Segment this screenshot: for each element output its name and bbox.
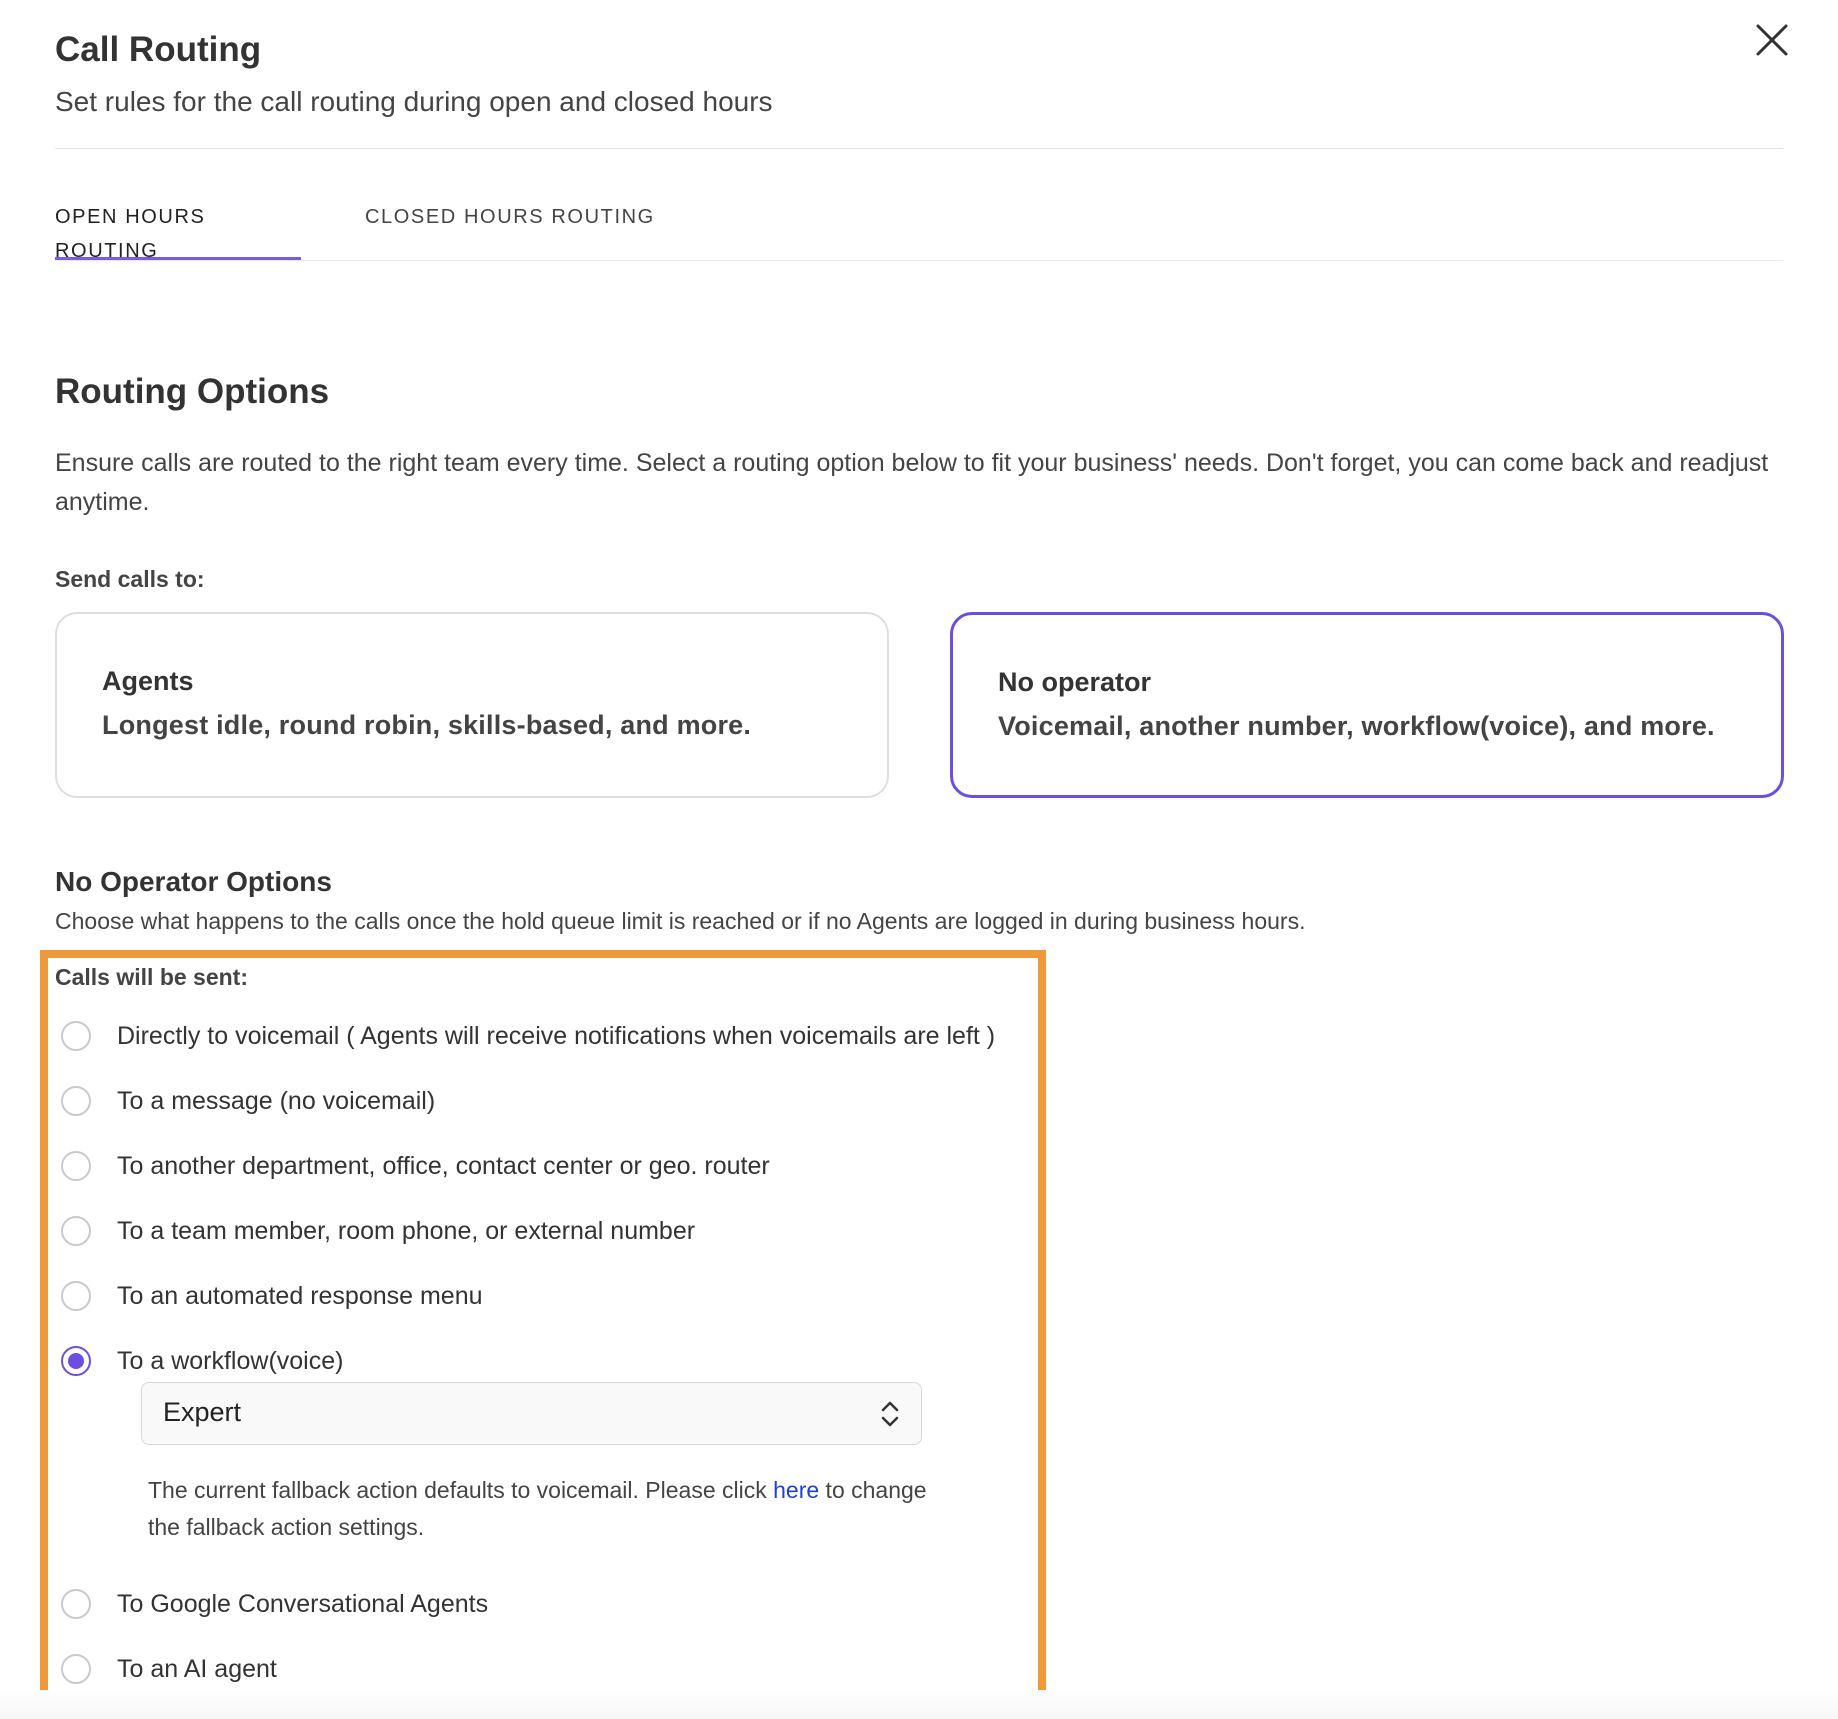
no-operator-card-subtitle: Voicemail, another number, workflow(voic… (998, 711, 1715, 741)
bottom-fade (0, 1690, 1838, 1719)
page-subtitle: Set rules for the call routing during op… (55, 86, 773, 117)
radio-button[interactable] (61, 1151, 91, 1181)
no-operator-card-title: No operator (998, 667, 1152, 697)
routing-options-title: Routing Options (55, 372, 330, 411)
radio-button[interactable] (61, 1654, 91, 1684)
radio-button[interactable] (61, 1021, 91, 1051)
routing-tabs: OPEN HOURS ROUTING CLOSED HOURS ROUTING (55, 200, 1783, 262)
agents-card[interactable]: Agents Longest idle, round robin, skills… (55, 612, 889, 798)
no-operator-options-description: Choose what happens to the calls once th… (55, 908, 1306, 934)
option-label: To an automated response menu (117, 1281, 483, 1310)
workflow-select[interactable]: Expert (141, 1382, 922, 1445)
close-icon (1756, 24, 1788, 56)
option-to-a-team-member[interactable]: To a team member, room phone, or externa… (61, 1211, 695, 1251)
option-to-an-ai-agent[interactable]: To an AI agent (61, 1649, 277, 1689)
send-calls-label: Send calls to: (55, 566, 205, 592)
tab-closed-hours-routing[interactable]: CLOSED HOURS ROUTING (365, 200, 655, 260)
option-label: To another department, office, contact c… (117, 1151, 770, 1180)
calls-will-be-sent-label: Calls will be sent: (55, 964, 248, 990)
option-label: To Google Conversational Agents (117, 1589, 489, 1618)
fallback-note: The current fallback action defaults to … (148, 1472, 948, 1546)
option-label: To a workflow(voice) (117, 1346, 344, 1375)
option-directly-to-voicemail[interactable]: Directly to voicemail ( Agents will rece… (61, 1016, 995, 1056)
fallback-text-before: The current fallback action defaults to … (148, 1477, 774, 1503)
radio-button[interactable] (61, 1589, 91, 1619)
radio-button[interactable] (61, 1086, 91, 1116)
no-operator-options-title: No Operator Options (55, 866, 332, 897)
workflow-select-value: Expert (163, 1397, 242, 1427)
option-to-google-conversational-agents[interactable]: To Google Conversational Agents (61, 1584, 488, 1624)
option-to-automated-response-menu[interactable]: To an automated response menu (61, 1276, 483, 1316)
page-title: Call Routing (55, 30, 262, 69)
tab-open-hours-routing[interactable]: OPEN HOURS ROUTING (55, 200, 301, 262)
routing-options-description: Ensure calls are routed to the right tea… (55, 449, 1769, 516)
option-label: Directly to voicemail ( Agents will rece… (117, 1021, 996, 1050)
agents-card-title: Agents (102, 666, 194, 696)
select-arrows-icon (881, 1401, 899, 1427)
option-label: To a message (no voicemail) (117, 1086, 436, 1115)
radio-button[interactable] (61, 1216, 91, 1246)
header-divider (55, 148, 1783, 149)
option-to-another-department[interactable]: To another department, office, contact c… (61, 1146, 770, 1186)
option-label: To a team member, room phone, or externa… (117, 1216, 696, 1245)
radio-button[interactable] (61, 1281, 91, 1311)
option-to-a-message[interactable]: To a message (no voicemail) (61, 1081, 435, 1121)
close-button[interactable] (1750, 18, 1794, 62)
radio-button-selected[interactable] (61, 1346, 91, 1376)
no-operator-card[interactable]: No operator Voicemail, another number, w… (950, 612, 1784, 798)
agents-card-subtitle: Longest idle, round robin, skills-based,… (102, 710, 752, 740)
fallback-settings-link[interactable]: here (773, 1477, 819, 1503)
call-routing-dialog: Call Routing Set rules for the call rout… (0, 0, 1838, 1719)
option-label: To an AI agent (117, 1654, 277, 1683)
option-to-a-workflow-voice[interactable]: To a workflow(voice) (61, 1341, 343, 1381)
